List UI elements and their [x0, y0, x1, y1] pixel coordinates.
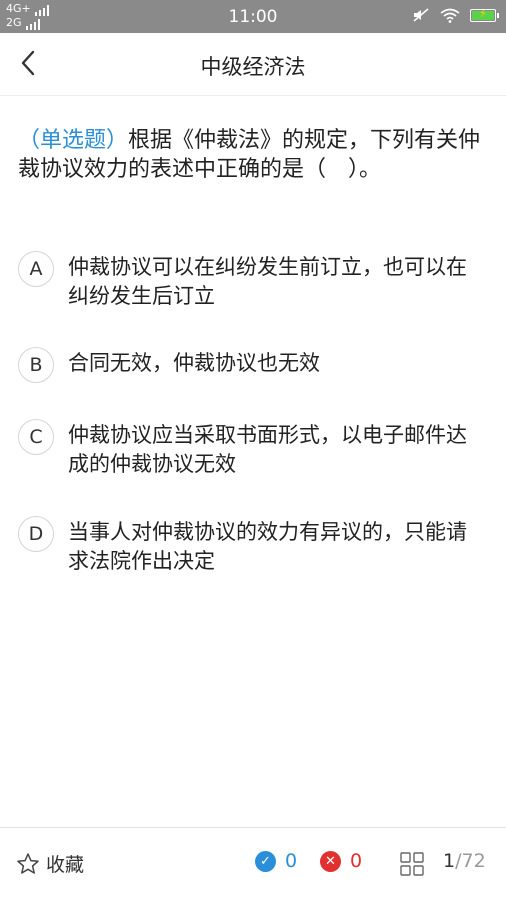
battery-icon: ⚡ — [470, 7, 499, 22]
wifi-icon — [440, 8, 460, 23]
status-bar: 4G+ 2G 11:00 ⚡ — [0, 0, 506, 33]
correct-stat: ✓ 0 — [255, 850, 297, 872]
check-circle-icon: ✓ — [255, 850, 276, 872]
bottom-toolbar: 收藏 ✓ 0 ✕ 0 1/72 — [0, 827, 506, 900]
question-type-label: （单选题） — [18, 128, 129, 153]
page-title: 中级经济法 — [200, 55, 306, 79]
x-circle-icon: ✕ — [320, 850, 341, 872]
option-letter: B — [18, 347, 54, 383]
option-text: 合同无效，仲裁协议也无效 — [68, 351, 320, 375]
option-text: 当事人对仲裁协议的效力有异议的，只能请求法院作出决定 — [68, 520, 467, 573]
star-outline-icon — [17, 852, 39, 874]
grid-icon[interactable] — [400, 852, 424, 876]
option-b[interactable]: B 合同无效，仲裁协议也无效 — [18, 347, 488, 383]
page-indicator: 1/72 — [443, 850, 486, 872]
option-a[interactable]: A 仲裁协议可以在纠纷发生前订立，也可以在纠纷发生后订立 — [18, 251, 488, 311]
option-c[interactable]: C 仲裁协议应当采取书面形式，以电子邮件达成的仲裁协议无效 — [18, 419, 488, 479]
wrong-count: 0 — [350, 850, 363, 872]
correct-count: 0 — [285, 850, 298, 872]
favorite-button[interactable]: 收藏 — [16, 850, 84, 877]
current-page: 1 — [443, 850, 456, 872]
option-letter: D — [18, 516, 54, 552]
option-letter: C — [18, 419, 54, 455]
question-stem: （单选题）根据《仲裁法》的规定，下列有关仲裁协议效力的表述中正确的是（ ）。 — [18, 126, 488, 184]
total-pages: /72 — [455, 850, 486, 872]
favorite-label: 收藏 — [46, 854, 85, 876]
wrong-stat: ✕ 0 — [320, 850, 362, 872]
mute-icon — [413, 8, 429, 22]
option-letter: A — [18, 251, 54, 287]
option-text: 仲裁协议应当采取书面形式，以电子邮件达成的仲裁协议无效 — [68, 423, 467, 476]
app-header: 中级经济法 — [0, 33, 506, 96]
option-text: 仲裁协议可以在纠纷发生前订立，也可以在纠纷发生后订立 — [68, 255, 467, 308]
system-icons: ⚡ — [412, 7, 499, 23]
option-d[interactable]: D 当事人对仲裁协议的效力有异议的，只能请求法院作出决定 — [18, 516, 488, 576]
